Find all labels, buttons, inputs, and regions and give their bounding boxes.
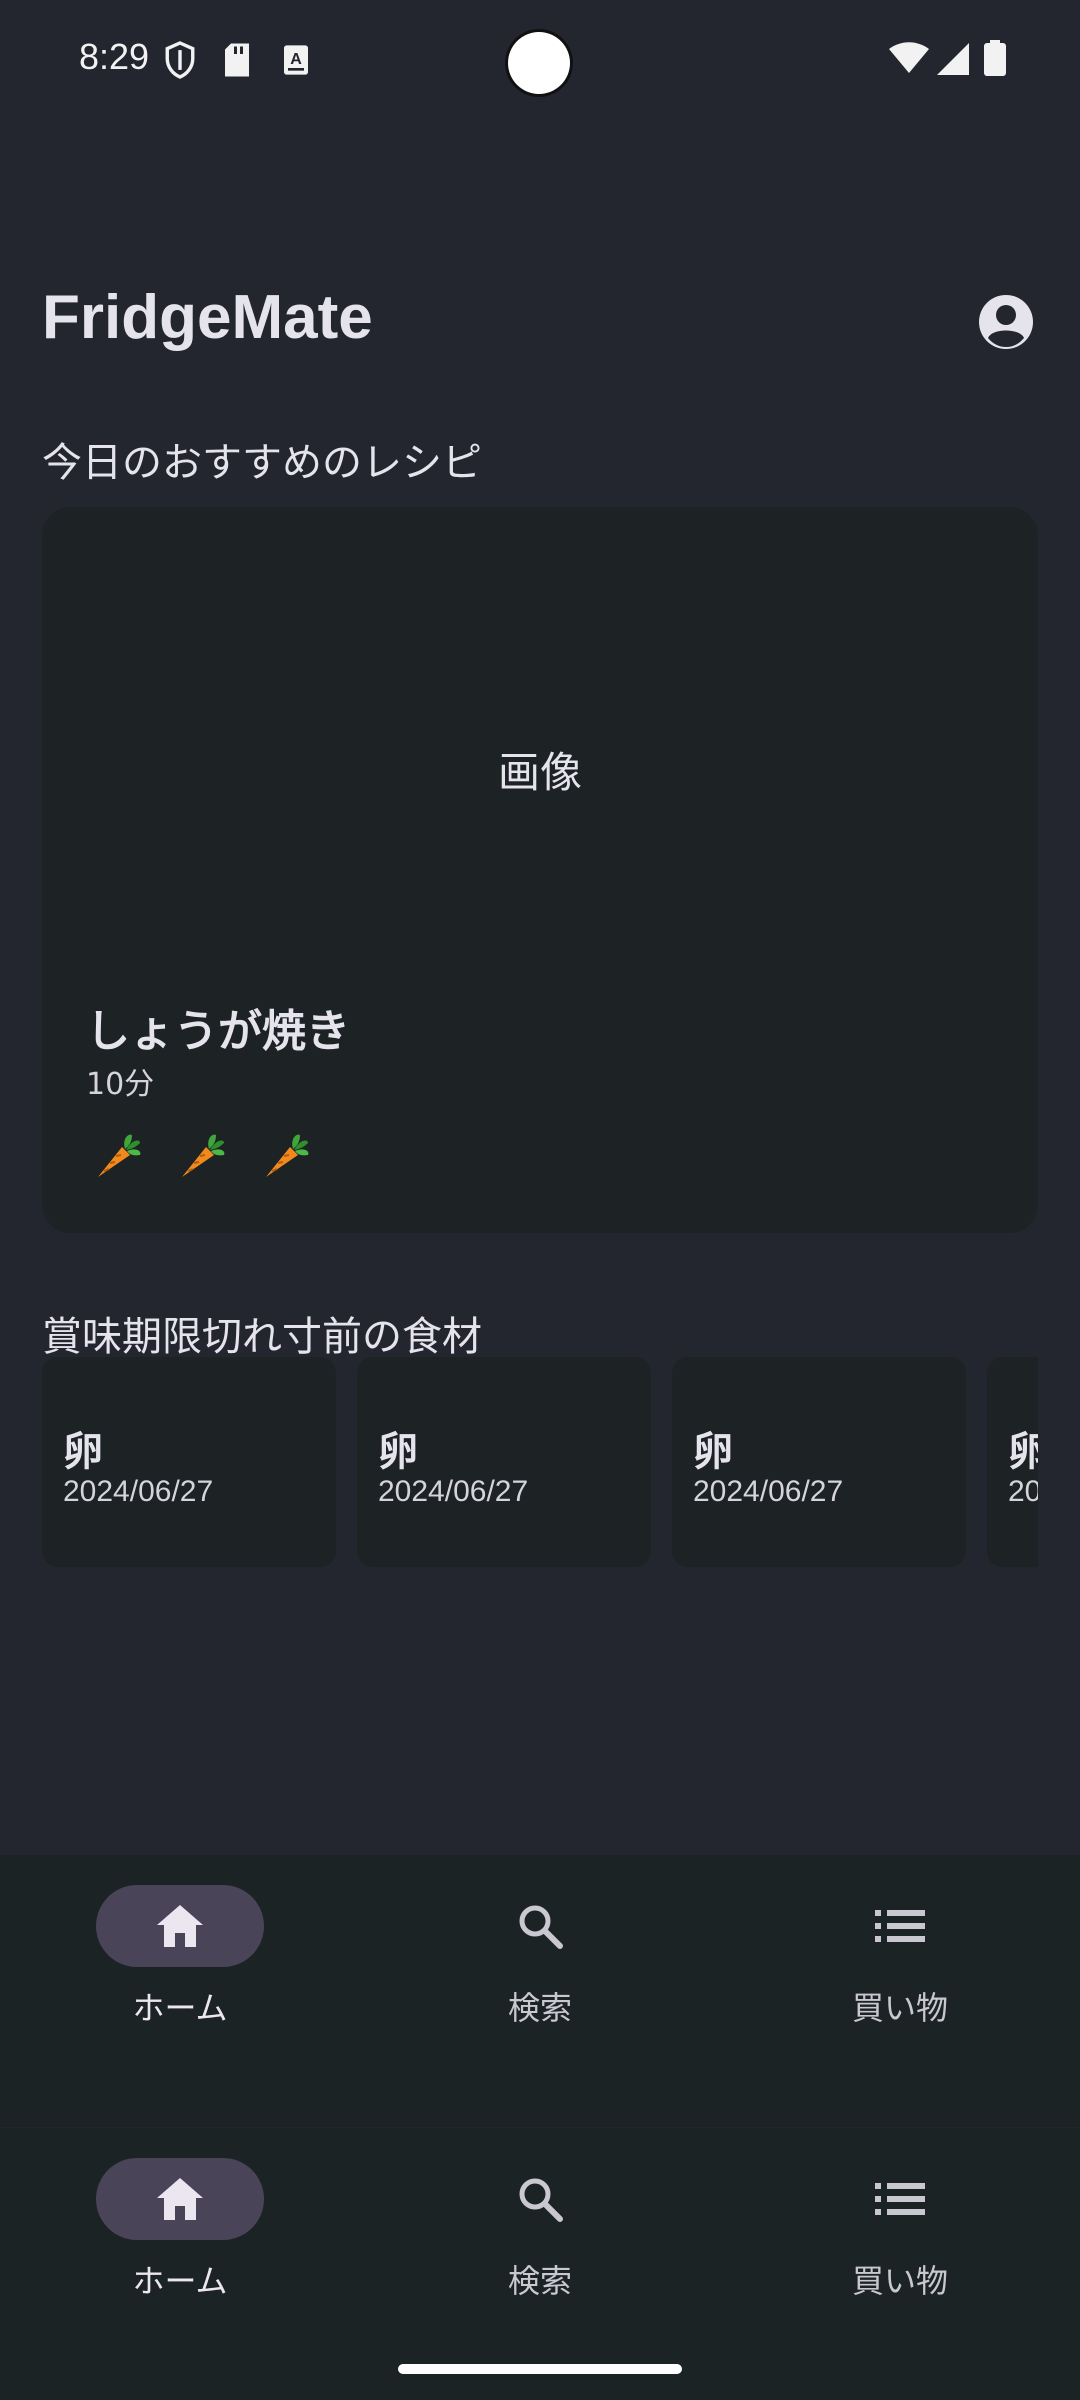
gesture-navigation-handle[interactable] <box>398 2364 682 2374</box>
keyboard-a-icon: A <box>284 45 308 75</box>
list-icon <box>875 2183 925 2215</box>
expiring-heading: 賞味期限切れ寸前の食材 <box>42 1314 482 1360</box>
expiring-item-card[interactable]: 卵 2024/06/27 <box>987 1357 1038 1567</box>
nav-label-search: 検索 <box>507 1989 572 2027</box>
nav-indicator <box>816 1885 984 1967</box>
expiring-item-name: 卵 <box>378 1429 418 1475</box>
nav-indicator <box>456 2158 624 2240</box>
sd-card-icon <box>225 43 249 77</box>
nav-label-shopping: 買い物 <box>851 2262 948 2300</box>
ingredient-icons <box>92 1129 312 1181</box>
recommended-heading: 今日のおすすめのレシピ <box>42 440 482 486</box>
nav-item-home[interactable]: ホーム <box>0 1885 360 2027</box>
expiring-item-card[interactable]: 卵 2024/06/27 <box>672 1357 966 1567</box>
search-icon <box>519 2178 563 2222</box>
nav-indicator <box>816 2158 984 2240</box>
expiring-item-name: 卵 <box>63 1429 103 1475</box>
battery-icon <box>984 40 1006 76</box>
carrot-icon <box>266 1134 309 1177</box>
list-icon <box>875 1910 925 1942</box>
home-icon <box>157 2178 203 2220</box>
expiring-list[interactable]: 卵 2024/06/27 卵 2024/06/27 卵 2024/06/27 卵… <box>42 1357 1038 1567</box>
expiring-item-name: 卵 <box>693 1429 733 1475</box>
carrot-icon <box>98 1134 141 1177</box>
bottom-navigation: ホーム 検索 買い物 <box>0 1855 1080 2127</box>
status-time: 8:29 <box>79 36 150 77</box>
nav-label-home: ホーム <box>132 1989 228 2027</box>
expiring-item-card[interactable]: 卵 2024/06/27 <box>42 1357 336 1567</box>
nav-indicator <box>456 1885 624 1967</box>
recipe-card[interactable]: 画像 しょうが焼き 10分 <box>42 507 1038 1233</box>
nav-active-indicator <box>96 1885 264 1967</box>
expiring-item-date: 2024/06/27 <box>693 1475 844 1508</box>
svg-text:A: A <box>290 51 302 68</box>
account-circle-icon <box>979 295 1033 349</box>
nav-item-shopping[interactable]: 買い物 <box>720 1885 1080 2027</box>
expiring-item-date: 2024/06/27 <box>378 1475 529 1508</box>
wifi-icon <box>889 42 929 73</box>
recipe-image-placeholder: 画像 <box>497 748 582 797</box>
recipe-time: 10分 <box>86 1067 155 1102</box>
expiring-item-card[interactable]: 卵 2024/06/27 <box>357 1357 651 1567</box>
app-title: FridgeMate <box>42 283 373 352</box>
signal-icon <box>937 43 969 75</box>
nav-label-shopping: 買い物 <box>851 1989 948 2027</box>
expiring-item-name: 卵 <box>1008 1429 1038 1475</box>
shield-icon <box>165 41 195 79</box>
home-icon <box>157 1905 203 1947</box>
expiring-item-date: 2024/06/27 <box>1008 1475 1038 1508</box>
nav-label-home: ホーム <box>132 2262 228 2300</box>
expiring-item-date: 2024/06/27 <box>63 1475 214 1508</box>
recipe-name: しょうが焼き <box>86 1006 350 1057</box>
nav-active-indicator <box>96 2158 264 2240</box>
nav-item-shopping[interactable]: 買い物 <box>720 2158 1080 2300</box>
nav-label-search: 検索 <box>507 2262 572 2300</box>
search-icon <box>519 1905 563 1949</box>
nav-item-home[interactable]: ホーム <box>0 2158 360 2300</box>
app-screen: 8:29 A FridgeMate 今日のおすすめのレシピ 画像 しょうが焼き … <box>0 0 1080 2400</box>
nav-item-search[interactable]: 検索 <box>360 2158 720 2300</box>
nav-item-search[interactable]: 検索 <box>360 1885 720 2027</box>
bottom-navigation: ホーム 検索 買い物 <box>0 2128 1080 2400</box>
account-button[interactable] <box>976 292 1036 352</box>
status-bar: 8:29 A <box>0 0 1080 120</box>
camera-cutout <box>508 32 570 94</box>
carrot-icon <box>182 1134 225 1177</box>
